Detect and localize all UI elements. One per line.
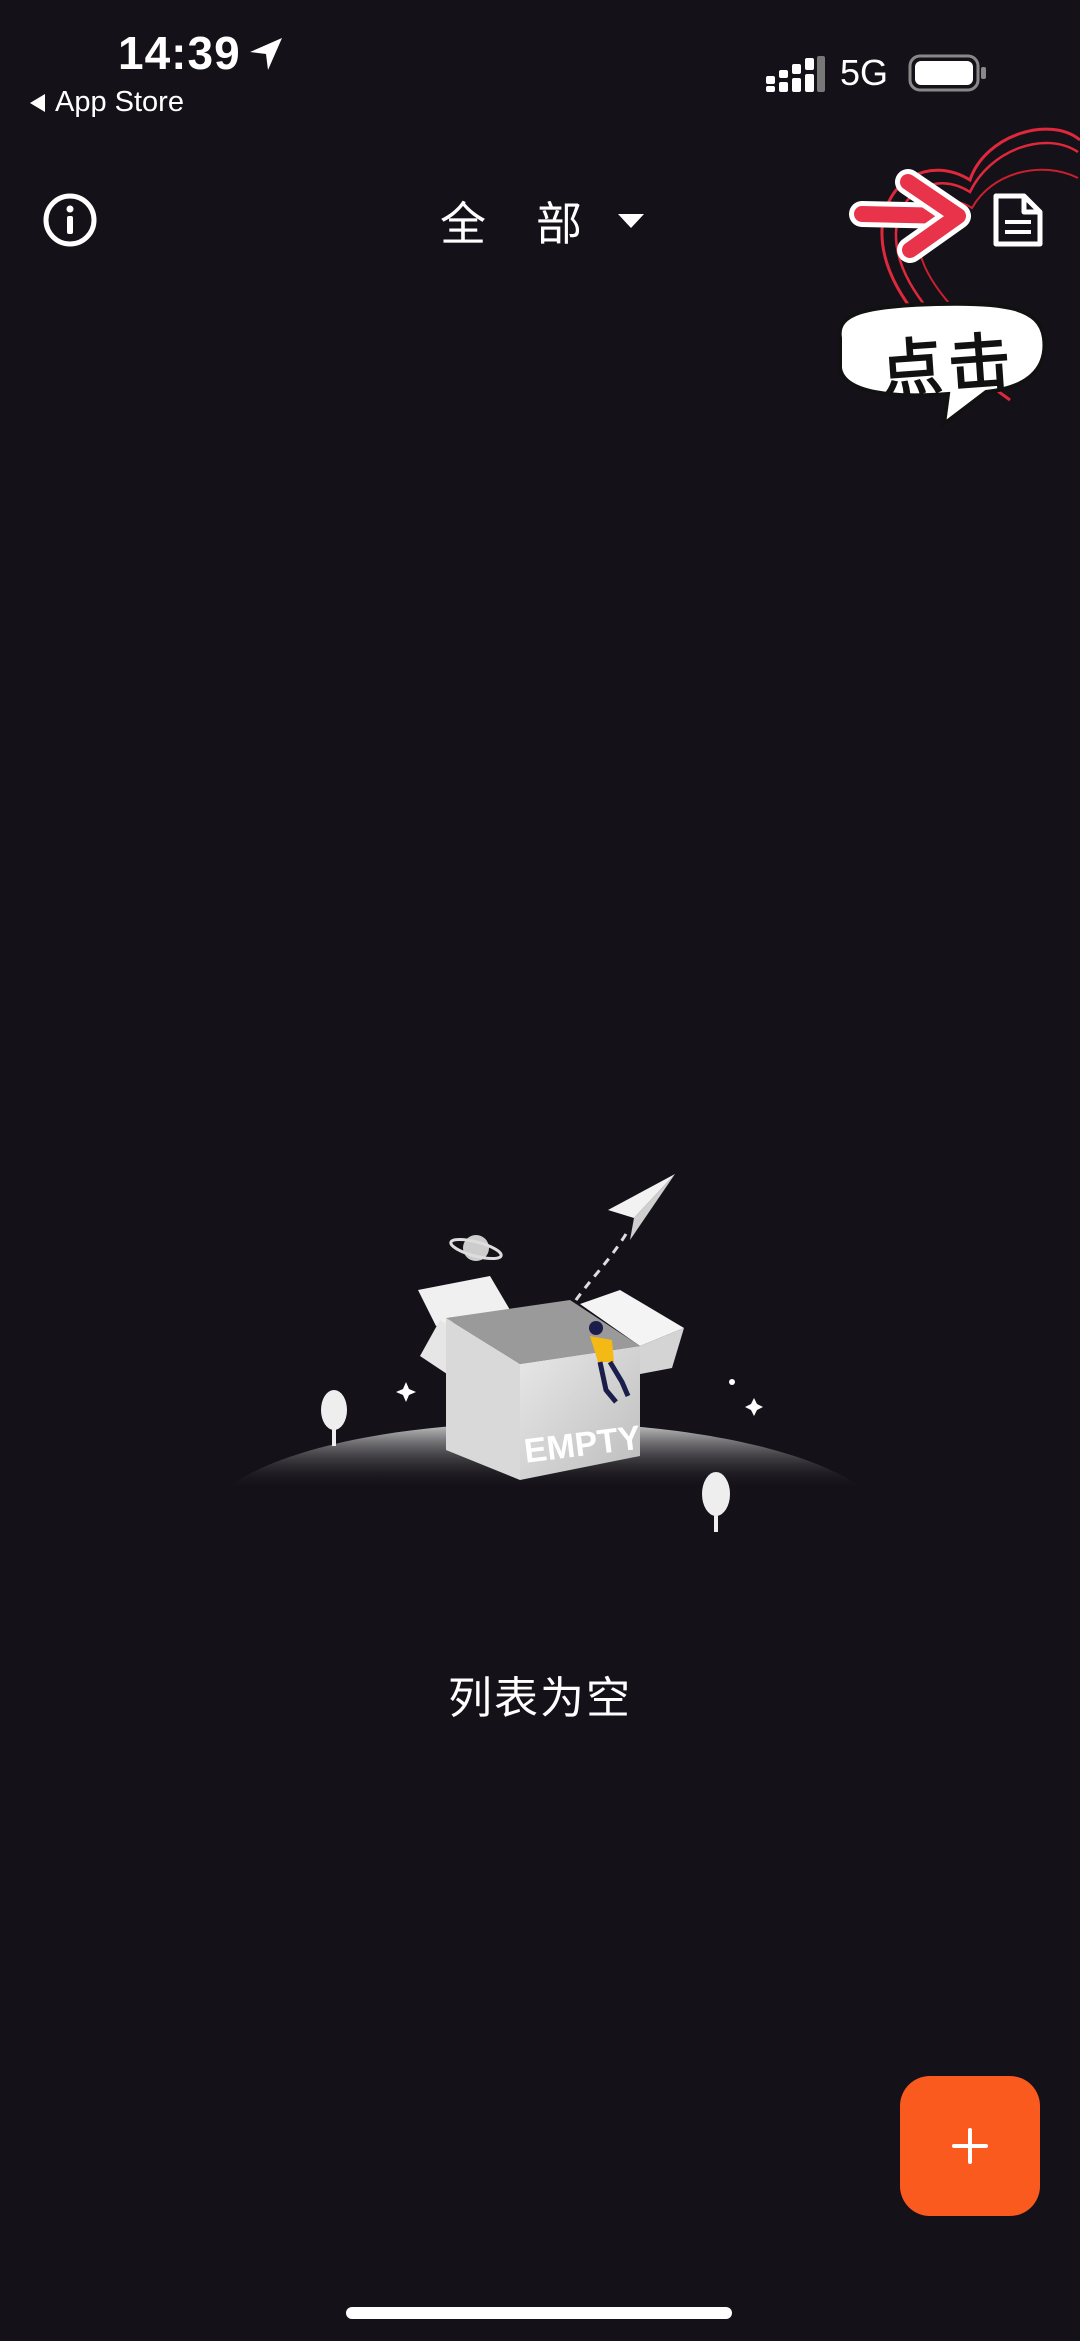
add-button[interactable] <box>900 2076 1040 2216</box>
empty-list-message: 列表为空 <box>448 1673 632 1724</box>
back-to-app-store[interactable]: App Store <box>30 86 184 119</box>
planet-icon <box>449 1235 503 1261</box>
back-triangle-icon <box>30 93 45 112</box>
location-arrow-icon <box>250 38 282 70</box>
click-hint-text: 点击 <box>877 324 1019 407</box>
page-title: 全部 <box>440 197 632 251</box>
info-icon[interactable] <box>40 190 100 250</box>
plus-icon <box>952 2128 988 2164</box>
empty-box-illustration: EMPTY <box>224 1174 866 1532</box>
signal-bars-icon <box>766 56 825 92</box>
caret-down-icon <box>618 214 644 228</box>
red-arrow-icon <box>849 169 971 263</box>
back-app-label: App Store <box>55 86 184 118</box>
status-time: 14:39 <box>118 27 241 79</box>
home-indicator <box>346 2307 732 2319</box>
battery-icon <box>908 54 986 92</box>
category-filter-dropdown[interactable]: 全部 <box>440 188 644 254</box>
network-type: 5G <box>840 52 889 93</box>
